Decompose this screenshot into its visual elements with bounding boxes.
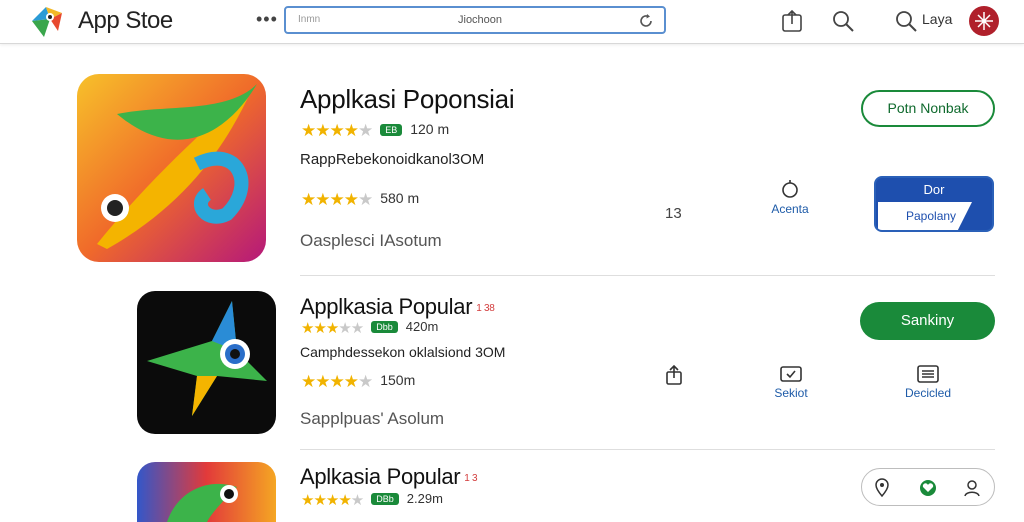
more-dots-icon[interactable]: ••• [256, 9, 278, 30]
app-subtitle: Camphdessekon oklalsiond 3OM [300, 344, 506, 360]
rating-stars: ★★★★★ DBb 2.29m [301, 491, 443, 509]
search-input[interactable]: Inmn Jiochoon [284, 6, 666, 34]
select-icon [780, 366, 802, 382]
brand-title: App Stoe [78, 7, 173, 34]
divider [300, 449, 995, 450]
rating-meta: 150m [380, 372, 416, 388]
popular-button-top: Dor [923, 182, 945, 197]
search-placeholder: Inmn [298, 14, 321, 25]
search-icon[interactable] [893, 8, 919, 34]
popular-button[interactable]: Dor Papolany [874, 176, 994, 232]
action-label: Acenta [771, 202, 809, 216]
rating-meta: 580 m [380, 190, 420, 206]
app-title[interactable]: Applkasia Popular 1 38 [300, 294, 495, 320]
rating-meta: 120 m [410, 121, 450, 137]
app-icon[interactable] [77, 74, 266, 262]
rating-badge: DBb [371, 493, 399, 505]
install-button[interactable]: Potn Nonbak [861, 90, 995, 127]
search-icon[interactable] [830, 8, 856, 34]
info-icon [782, 180, 798, 198]
action-label: Sekiot [774, 386, 808, 400]
search-value: Jiochoon [458, 14, 503, 26]
share-icon[interactable] [664, 364, 684, 386]
popular-button-bottom: Papolany [878, 202, 972, 230]
user-avatar-icon[interactable] [969, 6, 999, 36]
app-title[interactable]: Aplkasia Popular 1 3 [300, 464, 478, 490]
app-subtitle: RappRebekonoidkanol3OM [300, 151, 485, 168]
share-icon[interactable] [779, 8, 805, 34]
app-title-text: Aplkasia Popular [300, 464, 461, 489]
rating-stars: ★★★★★ Dbb 420m [301, 319, 439, 337]
action-label: Decicled [904, 386, 952, 400]
install-button[interactable]: Sankiny [860, 302, 995, 340]
app-store-logo-icon[interactable] [28, 3, 66, 39]
app-title-text: Applkasia Popular [300, 294, 473, 319]
rating-stars: ★★★★★ EB 120 m [301, 121, 450, 140]
rating-meta: 420m [405, 319, 439, 334]
app-title[interactable]: Applkasi Poponsiai [300, 84, 515, 115]
app-icon[interactable] [137, 291, 276, 434]
title-tag: 1 38 [476, 302, 495, 314]
app-icon[interactable] [137, 462, 276, 522]
app-description: Oasplesci IAsotum [300, 231, 442, 250]
rating-stars: ★★★★★ 150m [301, 372, 416, 391]
top-bar: App Stoe ••• Inmn Jiochoon Laya [0, 0, 1024, 44]
title-tag: 1 3 [464, 472, 478, 484]
profile-icon[interactable] [962, 478, 982, 498]
list-icon [917, 365, 939, 383]
details-button[interactable]: Decicled [897, 364, 959, 400]
favorite-icon[interactable] [918, 478, 938, 498]
divider [300, 275, 995, 276]
rating-badge: Dbb [371, 321, 398, 333]
app-description: Sapplpuas' Asolum [300, 409, 445, 428]
review-count: 13 [665, 205, 682, 222]
select-button[interactable]: Sekiot [760, 364, 822, 400]
rating-badge: EB [380, 124, 403, 136]
refresh-icon[interactable] [636, 11, 656, 31]
rating-stars: ★★★★★ 580 m [301, 190, 420, 209]
rating-meta: 2.29m [406, 491, 443, 506]
location-icon[interactable] [872, 478, 892, 498]
action-pill-group [861, 468, 995, 506]
user-name[interactable]: Laya [922, 11, 952, 27]
info-button[interactable]: Acenta [760, 178, 820, 216]
